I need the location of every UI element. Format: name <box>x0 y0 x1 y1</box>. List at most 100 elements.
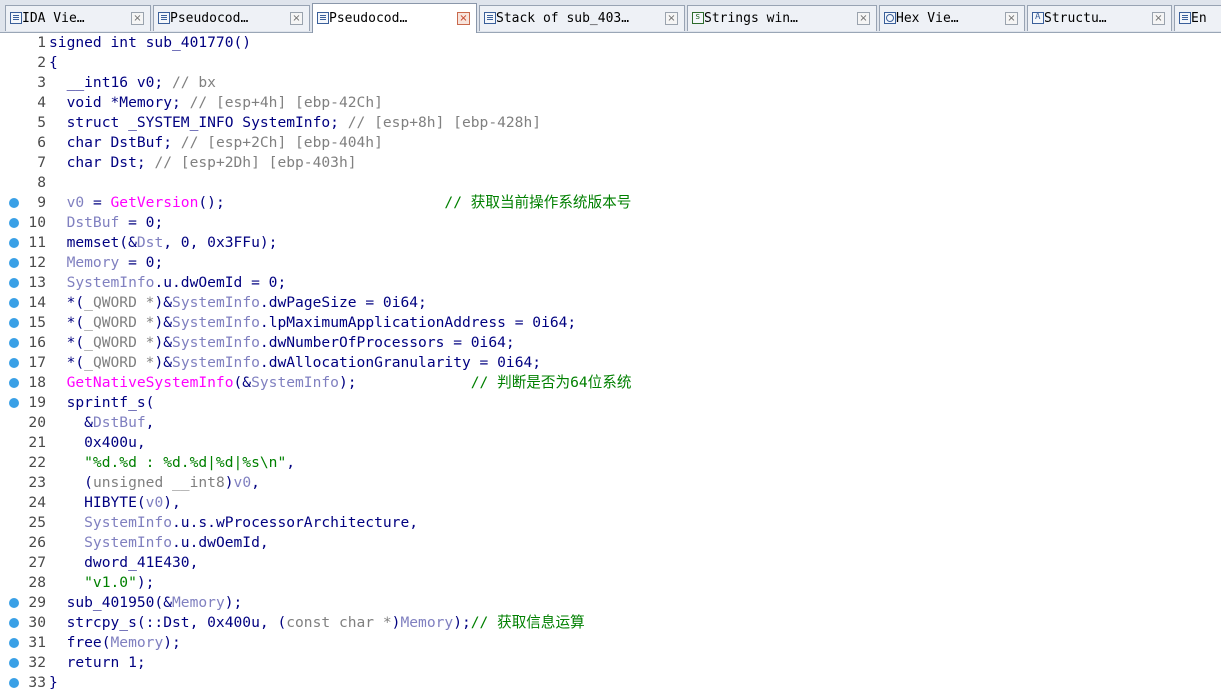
code-line[interactable]: 25 SystemInfo.u.s.wProcessorArchitecture… <box>0 513 1221 533</box>
code-line[interactable]: 9 v0 = GetVersion(); // 获取当前操作系统版本号 <box>0 193 1221 213</box>
line-number: 15 <box>28 314 46 331</box>
code-line[interactable]: 11 memset(&Dst, 0, 0x3FFu); <box>0 233 1221 253</box>
tab-strings[interactable]: Strings win… × <box>687 5 877 31</box>
code-text: return 1; <box>49 653 146 673</box>
code-line[interactable]: 8 <box>0 173 1221 193</box>
code-line[interactable]: 27 dword_41E430, <box>0 553 1221 573</box>
code-line[interactable]: 28 "v1.0"); <box>0 573 1221 593</box>
code-token: *( <box>49 354 85 371</box>
tab-enums[interactable]: En <box>1174 5 1221 31</box>
code-line[interactable]: 2{ <box>0 53 1221 73</box>
tab-pseudocode[interactable]: Pseudocod… × <box>153 5 310 31</box>
tab-stack[interactable]: Stack of sub_403… × <box>479 5 685 31</box>
code-line[interactable]: 3 __int16 v0; // bx <box>0 73 1221 93</box>
code-token: __int16 v0; <box>49 74 173 91</box>
code-token: // [esp+8h] [ebp-428h] <box>347 114 542 131</box>
line-number: 29 <box>28 594 46 611</box>
code-token: ); <box>453 614 471 631</box>
code-line[interactable]: 10 DstBuf = 0; <box>0 213 1221 233</box>
tab-hex-view[interactable]: Hex Vie… × <box>879 5 1025 31</box>
code-line[interactable]: 31 free(Memory); <box>0 633 1221 653</box>
tab-bar: IDA Vie… × Pseudocod… × Pseudocod… × Stack of … <box>0 0 1221 33</box>
code-token: // [esp+4h] [ebp-42Ch] <box>189 94 383 111</box>
code-line[interactable]: 13 SystemInfo.u.dwOemId = 0; <box>0 273 1221 293</box>
line-number: 20 <box>28 414 46 431</box>
code-line[interactable]: 22 "%d.%d : %d.%d|%d|%s\n", <box>0 453 1221 473</box>
code-line[interactable]: 5 struct _SYSTEM_INFO SystemInfo; // [es… <box>0 113 1221 133</box>
code-token: SystemInfo <box>49 534 173 551</box>
code-line[interactable]: 26 SystemInfo.u.dwOemId, <box>0 533 1221 553</box>
tab-ida-view[interactable]: IDA Vie… × <box>5 5 151 31</box>
code-token: .u.dwOemId, <box>172 534 269 551</box>
code-line[interactable]: 21 0x400u, <box>0 433 1221 453</box>
close-icon[interactable]: × <box>665 12 678 25</box>
code-token: )& <box>154 334 173 351</box>
code-line[interactable]: 29 sub_401950(&Memory); <box>0 593 1221 613</box>
line-number: 6 <box>37 134 46 151</box>
pseudocode-icon <box>158 12 170 24</box>
close-icon[interactable]: × <box>457 12 470 25</box>
line-number: 30 <box>28 614 46 631</box>
close-icon[interactable]: × <box>1152 12 1165 25</box>
line-number: 9 <box>37 194 46 211</box>
close-icon[interactable]: × <box>857 12 870 25</box>
close-icon[interactable]: × <box>290 12 303 25</box>
tab-label: Hex Vie… <box>896 11 959 26</box>
code-token: , <box>145 414 155 431</box>
code-line[interactable]: 14 *(_QWORD *)&SystemInfo.dwPageSize = 0… <box>0 293 1221 313</box>
line-number: 1 <box>37 34 46 51</box>
code-token: ); <box>338 374 471 391</box>
code-token: char DstBuf; <box>49 134 181 151</box>
code-line[interactable]: 4 void *Memory; // [esp+4h] [ebp-42Ch] <box>0 93 1221 113</box>
code-text: *(_QWORD *)&SystemInfo.lpMaximumApplicat… <box>49 313 577 333</box>
code-token: *( <box>49 294 85 311</box>
code-text: "%d.%d : %d.%d|%d|%s\n", <box>49 453 295 473</box>
code-token: SystemInfo <box>172 294 260 311</box>
line-number: 19 <box>28 394 46 411</box>
line-number: 25 <box>28 514 46 531</box>
code-token: & <box>49 414 93 431</box>
code-line[interactable]: 24 HIBYTE(v0), <box>0 493 1221 513</box>
code-text: GetNativeSystemInfo(&SystemInfo); // 判断是… <box>49 373 632 393</box>
code-line[interactable]: 12 Memory = 0; <box>0 253 1221 273</box>
code-line[interactable]: 15 *(_QWORD *)&SystemInfo.lpMaximumAppli… <box>0 313 1221 333</box>
code-token: strcpy_s(::Dst, 0x400u, ( <box>49 614 287 631</box>
code-token: Memory <box>400 614 454 631</box>
tab-pseudocode[interactable]: Pseudocod… × <box>312 3 477 33</box>
close-icon[interactable]: × <box>131 12 144 25</box>
code-text: char DstBuf; // [esp+2Ch] [ebp-404h] <box>49 133 383 153</box>
code-text: free(Memory); <box>49 633 181 653</box>
code-token: char Dst; <box>49 154 155 171</box>
code-line[interactable]: 30 strcpy_s(::Dst, 0x400u, (const char *… <box>0 613 1221 633</box>
code-text: 0x400u, <box>49 433 146 453</box>
tab-structures[interactable]: Structu… × <box>1027 5 1172 31</box>
code-line[interactable]: 6 char DstBuf; // [esp+2Ch] [ebp-404h] <box>0 133 1221 153</box>
line-number: 24 <box>28 494 46 511</box>
strings-icon <box>692 12 704 24</box>
code-text: __int16 v0; // bx <box>49 73 216 93</box>
close-icon[interactable]: × <box>1005 12 1018 25</box>
code-line[interactable]: 23 (unsigned __int8)v0, <box>0 473 1221 493</box>
line-number: 17 <box>28 354 46 371</box>
pseudocode-editor[interactable]: 1 signed int sub_401770() 2{3 __int16 v0; … <box>0 33 1221 698</box>
code-line[interactable]: 18 GetNativeSystemInfo(&SystemInfo); // … <box>0 373 1221 393</box>
code-token: , 0, 0x3FFu); <box>163 234 278 251</box>
code-token: SystemInfo <box>49 274 155 291</box>
code-text: strcpy_s(::Dst, 0x400u, (const char *)Me… <box>49 613 585 633</box>
code-text: &DstBuf, <box>49 413 154 433</box>
line-number: 21 <box>28 434 46 451</box>
code-line[interactable]: 17 *(_QWORD *)&SystemInfo.dwAllocationGr… <box>0 353 1221 373</box>
code-line[interactable]: 33} <box>0 673 1221 693</box>
code-line[interactable]: 7 char Dst; // [esp+2Dh] [ebp-403h] <box>0 153 1221 173</box>
code-text: sprintf_s( <box>49 393 155 413</box>
code-line[interactable]: 1 signed int sub_401770() <box>0 33 1221 53</box>
code-line[interactable]: 16 *(_QWORD *)&SystemInfo.dwNumberOfProc… <box>0 333 1221 353</box>
code-token: "v1.0" <box>49 574 137 591</box>
code-line[interactable]: 32 return 1; <box>0 653 1221 673</box>
line-number: 16 <box>28 334 46 351</box>
code-token: ); <box>163 634 181 651</box>
code-token: SystemInfo <box>172 314 260 331</box>
code-line[interactable]: 20 &DstBuf, <box>0 413 1221 433</box>
code-token: signed int sub_401770() <box>49 34 252 51</box>
code-line[interactable]: 19 sprintf_s( <box>0 393 1221 413</box>
